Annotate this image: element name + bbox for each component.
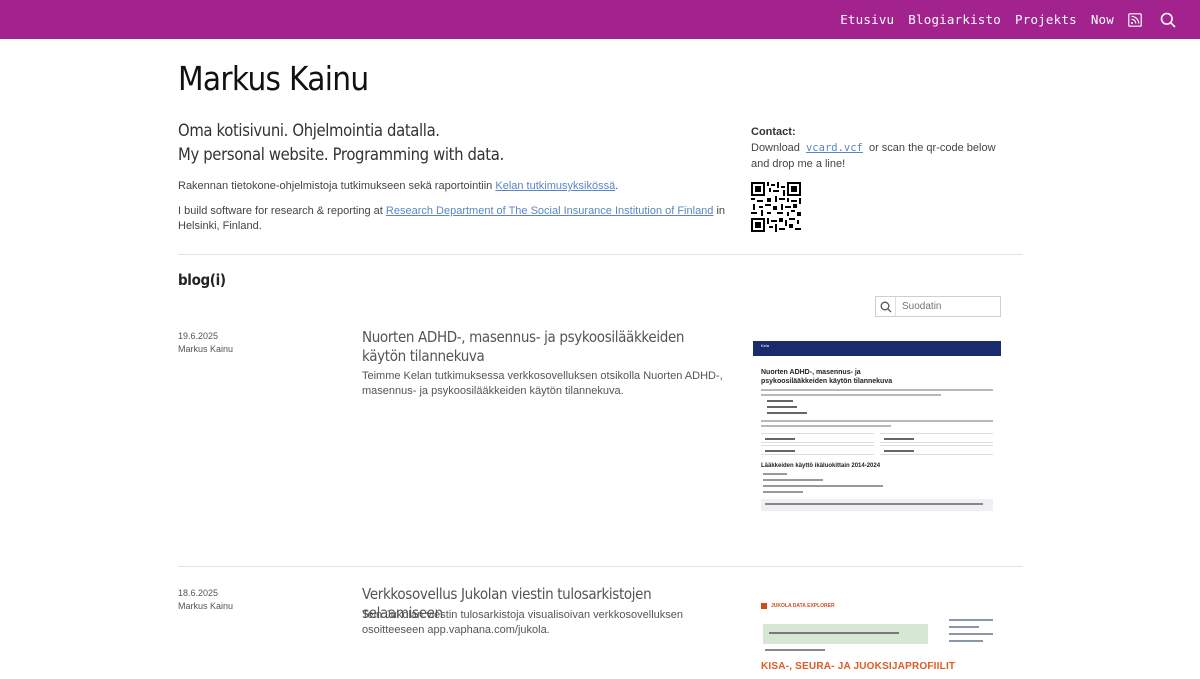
kela-header-bar: Kela [753,341,1001,356]
kela-logo-text: Kela [761,343,770,348]
rss-icon[interactable] [1128,12,1142,27]
nav-link-projekts[interactable]: Projekts [1015,12,1077,27]
contact-heading: Contact: [751,126,796,138]
thumb-list-line [767,406,797,408]
jukola-header: JUKOLA DATA EXPLORER [753,599,1001,613]
thumb-footer-note [761,499,993,511]
thumb-text-line [761,394,941,396]
thumb-notice-panel [763,624,928,644]
thumb-small-line [763,491,803,493]
vcard-link[interactable]: vcard.vcf [806,142,863,154]
filter-search-icon [876,297,896,316]
thumb-text-line [761,389,993,391]
thumb-small-line [763,485,883,487]
site-title: Markus Kainu [178,59,369,98]
post-divider [178,566,1023,567]
intro-en-text: I build software for research & reportin… [178,205,383,217]
intro-fi-text: Rakennan tietokone-ohjelmistoja tutkimuk… [178,180,493,192]
post-thumbnail[interactable]: Kela Nuorten ADHD-, masennus- ja psykoos… [753,341,1001,557]
thumb-accordion-row [761,433,993,443]
nav-link-etusivu[interactable]: Etusivu [840,12,894,27]
section-divider [178,254,1023,255]
intro-en: I build software for research & reportin… [178,204,738,234]
post-date: 19.6.2025 [178,331,219,341]
thumb-big-title: KISA-, SEURA- JA JUOKSIJAPROFIILIT [761,661,956,672]
post-thumbnail[interactable]: JUKOLA DATA EXPLORER KISA-, SEURA- JA JU… [753,599,1001,679]
download-label: Download [751,142,800,154]
post-summary: Teimme Kelan tutkimuksessa verkkosovellu… [362,370,723,397]
thumb-accordion-row [761,445,993,455]
contact-text: Download vcard.vcf or scan the qr-code b… [751,140,1011,172]
main-nav: Etusivu Blogiarkisto Projekts Now [840,12,1176,28]
contact-section: Contact: Download vcard.vcf or scan the … [751,124,1011,232]
filter-input[interactable] [896,297,996,316]
top-navigation-bar: Etusivu Blogiarkisto Projekts Now [0,0,1200,39]
post-author: Markus Kainu [178,344,234,354]
intro-fi: Rakennan tietokone-ohjelmistoja tutkimuk… [178,179,738,194]
post-date: 18.6.2025 [178,588,219,598]
thumb-sidebar [949,619,993,647]
kela-research-link-fi[interactable]: Kelan tutkimusyksikössä [495,180,615,192]
intro-section: Oma kotisivuni. Ohjelmointia datalla. My… [178,119,738,234]
thumb-heading: Nuorten ADHD-, masennus- ja psykoosilääk… [761,369,893,385]
thumb-radio-line [765,649,825,651]
tagline-fi: Oma kotisivuni. Ohjelmointia datalla. [178,121,440,140]
blog-heading: blog(i) [178,271,226,289]
kela-research-link-en[interactable]: Research Department of The Social Insura… [386,205,714,217]
blog-filter [875,296,1001,317]
tagline-en: My personal website. Programming with da… [178,145,504,164]
thumb-text-line [761,425,891,427]
thumb-subheading: Lääkkeiden käyttö ikäluokittain 2014-202… [761,463,881,469]
thumb-text-line [761,420,993,422]
nav-link-now[interactable]: Now [1091,12,1114,27]
thumb-small-line [763,473,787,475]
thumb-small-line [763,479,823,481]
jukola-header-text: JUKOLA DATA EXPLORER [771,603,835,609]
intro-fi-suffix: . [615,180,619,192]
nav-link-blogiarkisto[interactable]: Blogiarkisto [908,12,1001,27]
post-title-link[interactable]: Nuorten ADHD-, masennus- ja psykoosilääk… [362,328,695,366]
thumb-list-line [767,400,793,402]
post-author: Markus Kainu [178,601,234,611]
search-icon[interactable] [1160,12,1176,28]
jukola-logo-icon [761,603,767,609]
thumb-list-line [767,412,807,414]
qr-code [751,182,801,232]
post-summary: Tein Jukolan viestin tulosarkistoja visu… [362,609,683,636]
